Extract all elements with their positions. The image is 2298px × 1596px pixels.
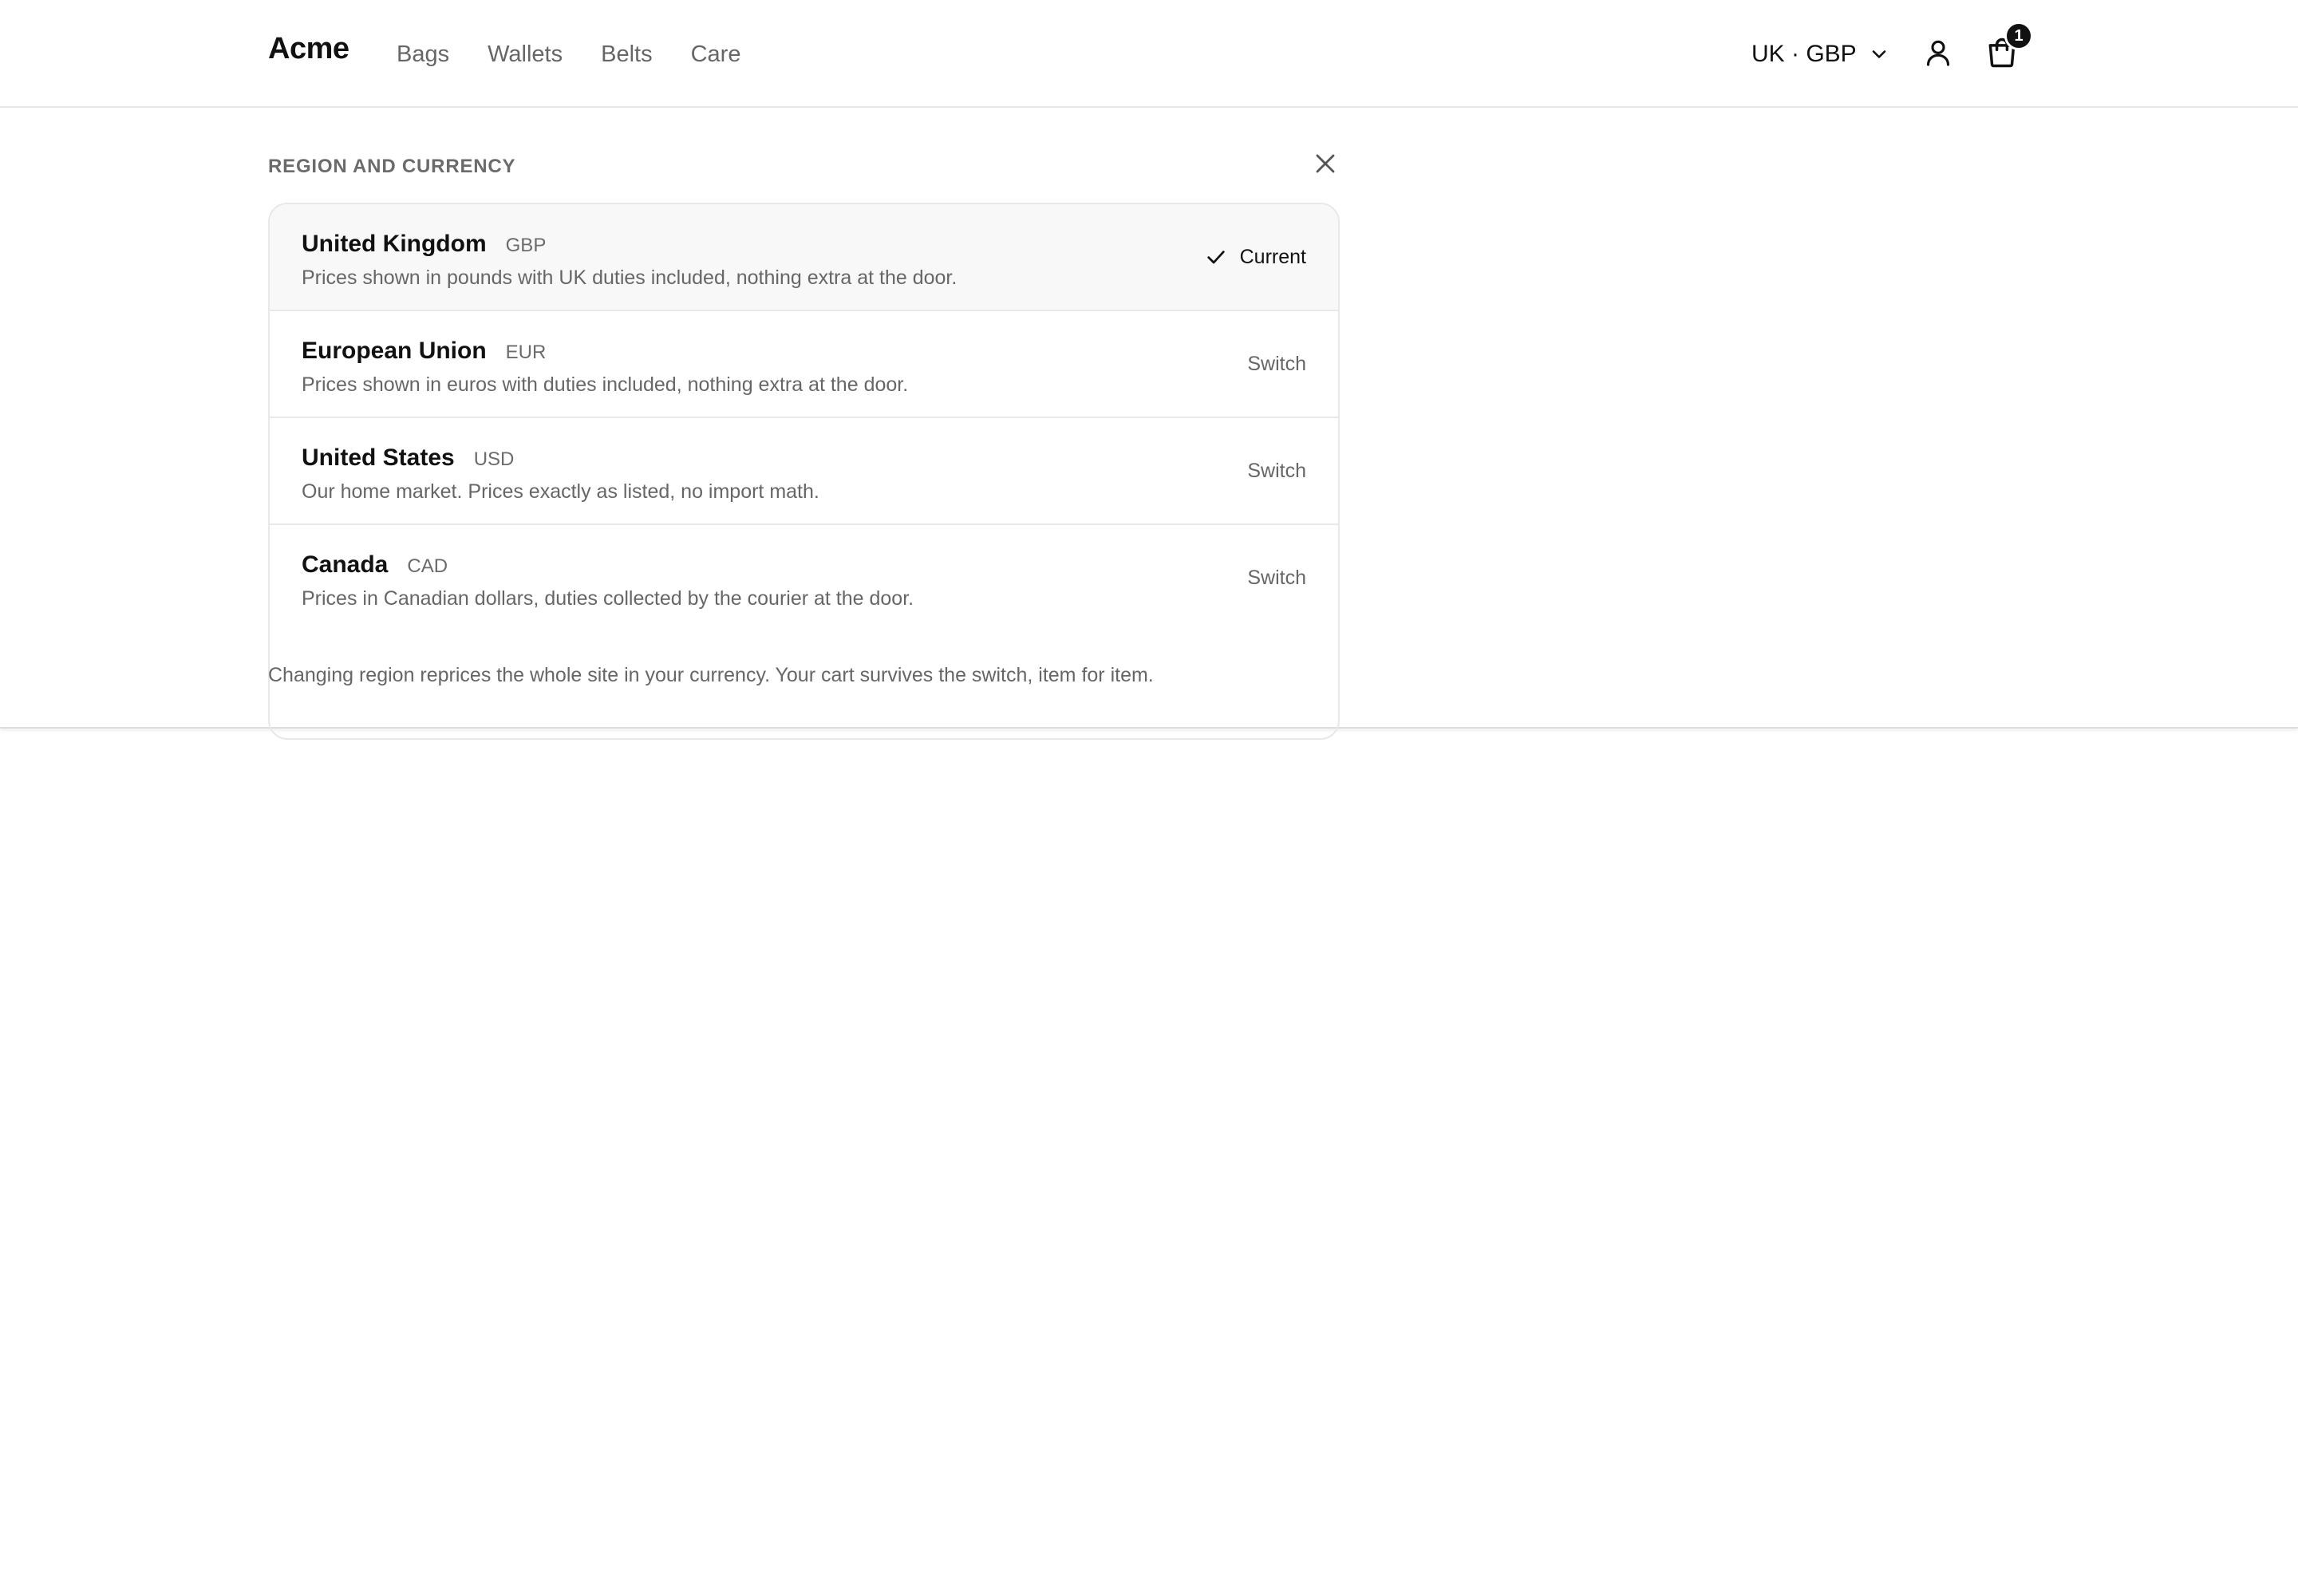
user-icon [1922, 37, 1954, 73]
region-name: United States [302, 444, 455, 471]
region-option-heading: European Union EUR [302, 335, 546, 369]
region-option-heading: United States USD [302, 442, 514, 476]
region-option-us[interactable]: United States USD Our home market. Price… [270, 418, 1338, 525]
region-selector-label: UK · GBP [1751, 41, 1857, 67]
region-name: United Kingdom [302, 231, 487, 257]
current-label: Current [1239, 246, 1306, 268]
currency-code: EUR [505, 342, 547, 363]
account-button[interactable] [1919, 35, 1957, 73]
brand-logo[interactable]: Acme [268, 32, 349, 66]
region-currency-panel: REGION AND CURRENCY United Kingdom GBP P… [0, 108, 2298, 740]
nav-item-belts[interactable]: Belts [601, 37, 652, 72]
region-description: Prices shown in euros with duties includ… [302, 373, 909, 396]
currency-code: GBP [505, 235, 547, 256]
site-header: Acme Bags Wallets Belts Care UK · GBP 1 [0, 0, 2298, 108]
nav-item-wallets[interactable]: Wallets [488, 37, 563, 72]
region-option-heading: United Kingdom GBP [302, 228, 546, 262]
currency-code: USD [473, 448, 515, 470]
check-icon [1205, 245, 1229, 269]
region-option-uk[interactable]: United Kingdom GBP Prices shown in pound… [270, 204, 1338, 311]
currency-code: CAD [407, 555, 448, 577]
region-name: Canada [302, 551, 389, 578]
main-nav: Bags Wallets Belts Care [397, 37, 779, 72]
close-button[interactable] [1309, 149, 1341, 181]
current-indicator: Current [1205, 243, 1306, 271]
nav-item-care[interactable]: Care [691, 37, 741, 72]
cart-count-badge: 1 [2004, 22, 2033, 50]
region-change-note: Changing region reprices the whole site … [268, 664, 1154, 686]
nav-item-bags[interactable]: Bags [397, 37, 449, 72]
switch-button[interactable]: Switch [1247, 563, 1306, 592]
region-description: Prices in Canadian dollars, duties colle… [302, 587, 914, 610]
region-description: Our home market. Prices exactly as liste… [302, 480, 819, 503]
region-selector-button[interactable]: UK · GBP [1751, 35, 1890, 73]
region-option-ca[interactable]: Canada CAD Prices in Canadian dollars, d… [270, 525, 1338, 632]
region-option-heading: Canada CAD [302, 549, 448, 583]
switch-button[interactable]: Switch [1247, 350, 1306, 378]
switch-button[interactable]: Switch [1247, 456, 1306, 485]
region-description: Prices shown in pounds with UK duties in… [302, 267, 958, 289]
panel-title: REGION AND CURRENCY [268, 156, 516, 177]
region-name: European Union [302, 338, 487, 364]
region-option-eu[interactable]: European Union EUR Prices shown in euros… [270, 311, 1338, 418]
close-icon [1313, 152, 1337, 180]
chevron-down-icon [1868, 43, 1890, 65]
region-list: United Kingdom GBP Prices shown in pound… [268, 203, 1340, 740]
